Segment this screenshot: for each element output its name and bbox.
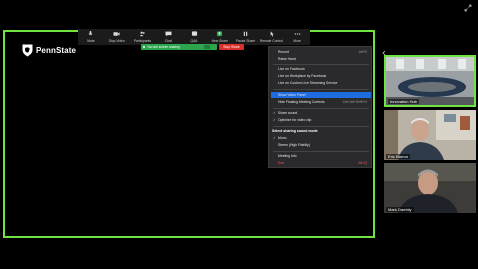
menu-item-stereo[interactable]: Stereo (High Fidelity)	[278, 143, 310, 147]
participant-tile-eric-barron[interactable]: Eric Barron	[384, 110, 476, 160]
pennstate-logo: PennState	[22, 43, 76, 57]
menu-item-live-facebook[interactable]: Live on Facebook	[278, 67, 305, 71]
remote-control-icon	[270, 31, 274, 37]
participant-name: Innovation Hub	[388, 99, 419, 104]
share-sound-check-icon: ✓	[273, 111, 276, 115]
mark-dambly-video	[384, 163, 476, 213]
new-share-button[interactable]: New Share	[207, 29, 233, 45]
pause-share-label: Pause Share	[236, 39, 256, 43]
more-button[interactable]: More	[284, 29, 310, 45]
more-label: More	[293, 39, 301, 43]
sharing-status-icon	[143, 46, 145, 48]
stop-video-button[interactable]: Stop Video	[104, 29, 130, 45]
more-menu: Record Alt+R Raise Hand Live on Facebook…	[268, 46, 372, 168]
participant-name: Mark Dambly	[386, 207, 414, 212]
menu-item-mono[interactable]: Mono	[278, 136, 286, 140]
more-dots-icon	[294, 33, 300, 35]
menu-item-optimize-video[interactable]: Optimize for video clip	[278, 118, 311, 122]
menu-item-record[interactable]: Record	[278, 50, 289, 54]
optimize-video-check-icon: ✓	[273, 118, 276, 122]
meeting-controls-toolbar: Mute Stop Video Participants Chat Q&A Ne…	[78, 29, 310, 45]
menu-item-end[interactable]: End	[278, 161, 284, 165]
banner-pause-icon[interactable]	[204, 45, 210, 49]
video-camera-icon	[113, 32, 120, 36]
stop-video-label: Stop Video	[108, 39, 125, 43]
stop-share-button[interactable]: Stop Share	[219, 44, 244, 50]
pause-share-button[interactable]: Pause Share	[233, 29, 259, 45]
new-share-label: New Share	[211, 39, 228, 43]
menu-divider	[273, 151, 369, 152]
sharing-banner-text: You are screen sharing	[147, 45, 180, 49]
menu-divider	[273, 89, 369, 90]
record-shortcut: Alt+R	[358, 50, 367, 54]
pause-icon	[243, 31, 248, 36]
logo-text: PennState	[36, 45, 77, 55]
sound-mode-header: Select sharing sound mode	[272, 129, 318, 133]
participant-name: Eric Barron	[386, 154, 411, 159]
participants-button[interactable]: Participants	[130, 29, 156, 45]
menu-item-raise-hand[interactable]: Raise Hand	[278, 57, 296, 61]
qa-button[interactable]: Q&A	[181, 29, 207, 45]
hide-controls-shortcut: Ctrl+Alt+Shift+H	[342, 100, 367, 104]
menu-divider	[273, 64, 369, 65]
menu-item-hide-floating-controls[interactable]: Hide Floating Meeting Controls	[278, 100, 325, 104]
remote-control-label: Remote Control	[259, 39, 283, 43]
participant-tile-mark-dambly[interactable]: Mark Dambly	[384, 163, 476, 213]
mute-button[interactable]: Mute	[78, 29, 104, 45]
menu-divider	[273, 108, 369, 109]
menu-divider	[273, 126, 369, 127]
chat-button[interactable]: Chat	[155, 29, 181, 45]
conference-room-video	[386, 57, 474, 105]
eric-barron-video	[384, 110, 476, 160]
menu-item-live-workplace[interactable]: Live on Workplace by Facebook	[278, 74, 326, 78]
menu-item-share-sound[interactable]: Share sound	[278, 111, 297, 115]
microphone-icon	[88, 31, 93, 36]
qa-label: Q&A	[190, 39, 198, 43]
menu-item-show-video-panel[interactable]: Show Video Panel	[278, 93, 306, 97]
mono-check-icon: ✓	[273, 136, 276, 140]
remote-control-button[interactable]: Remote Control	[258, 29, 284, 45]
participant-tile-innovation-hub[interactable]: Innovation Hub	[384, 55, 476, 107]
share-arrow-icon	[217, 31, 223, 37]
qa-icon	[191, 31, 197, 36]
menu-item-meeting-info[interactable]: Meeting Info	[278, 154, 297, 158]
participants-label: Participants	[133, 39, 152, 43]
expand-icon[interactable]	[464, 4, 472, 12]
chat-icon	[165, 31, 172, 37]
mute-label: Mute	[87, 39, 95, 43]
chat-label: Chat	[164, 39, 172, 43]
menu-item-live-custom[interactable]: Live on Custom Live Streaming Service	[278, 81, 337, 85]
nittany-lion-shield-icon	[22, 44, 33, 56]
end-shortcut: Alt+Q	[358, 161, 367, 165]
participants-icon	[139, 31, 145, 37]
